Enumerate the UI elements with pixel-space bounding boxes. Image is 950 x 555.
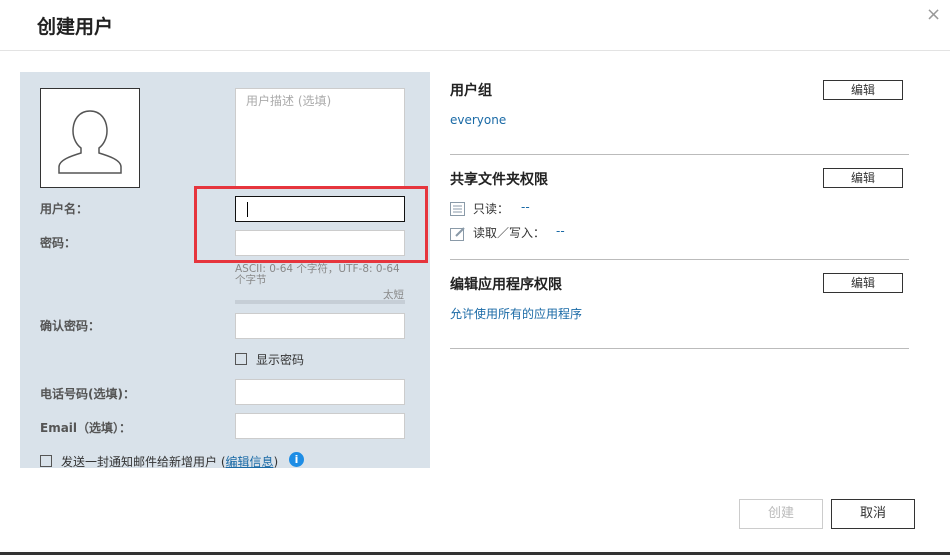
document-icon bbox=[450, 202, 465, 216]
readwrite-value: -- bbox=[556, 224, 565, 238]
header-divider bbox=[0, 50, 950, 51]
readwrite-label: 读取／写入： bbox=[473, 226, 546, 240]
avatar[interactable] bbox=[40, 88, 140, 188]
user-silhouette-icon bbox=[58, 110, 122, 174]
password-label: 密码： bbox=[40, 236, 77, 250]
divider bbox=[450, 154, 909, 155]
divider bbox=[450, 259, 909, 260]
edit-message-link[interactable]: 编辑信息 bbox=[226, 455, 274, 469]
confirm-password-label: 确认密码： bbox=[40, 319, 101, 333]
email-input[interactable] bbox=[235, 413, 405, 439]
notify-text: 发送一封通知邮件给新增用户 ( bbox=[61, 455, 226, 469]
dialog-title: 创建用户 bbox=[37, 16, 114, 38]
edit-share-button[interactable]: 编辑 bbox=[823, 168, 903, 188]
app-permission-value: 允许使用所有的应用程序 bbox=[450, 307, 583, 321]
password-hint: ASCII: 0-64 个字符，UTF-8: 0-64 个字节 bbox=[235, 263, 400, 286]
show-password-checkbox[interactable] bbox=[235, 353, 247, 365]
close-icon[interactable]: × bbox=[926, 4, 941, 25]
phone-input[interactable] bbox=[235, 379, 405, 405]
cancel-button[interactable]: 取消 bbox=[831, 499, 915, 529]
edit-app-button[interactable]: 编辑 bbox=[823, 273, 903, 293]
highlight-box bbox=[194, 186, 428, 263]
info-icon[interactable]: i bbox=[289, 452, 304, 467]
confirm-password-input[interactable] bbox=[235, 313, 405, 339]
phone-label: 电话号码(选填)： bbox=[40, 387, 135, 401]
password-strength-bar bbox=[235, 300, 405, 304]
description-textarea[interactable]: 用户描述 (选填) bbox=[235, 88, 405, 188]
app-permission-title: 编辑应用程序权限 bbox=[450, 277, 562, 293]
create-button[interactable]: 创建 bbox=[739, 499, 823, 529]
notify-close: ) bbox=[273, 455, 279, 469]
divider bbox=[450, 348, 909, 349]
group-value: everyone bbox=[450, 113, 507, 127]
notify-row: 发送一封通知邮件给新增用户 (编辑信息) bbox=[61, 453, 278, 470]
readonly-label: 只读： bbox=[473, 202, 510, 216]
edit-group-button[interactable]: 编辑 bbox=[823, 80, 903, 100]
notify-checkbox[interactable] bbox=[40, 455, 52, 467]
show-password-label: 显示密码 bbox=[256, 353, 305, 367]
edit-document-icon bbox=[450, 227, 465, 241]
readonly-value: -- bbox=[521, 200, 530, 214]
shared-folder-title: 共享文件夹权限 bbox=[450, 172, 548, 188]
username-label: 用户名： bbox=[40, 202, 89, 216]
email-label: Email（选填）： bbox=[40, 421, 132, 435]
user-group-title: 用户组 bbox=[450, 83, 492, 99]
